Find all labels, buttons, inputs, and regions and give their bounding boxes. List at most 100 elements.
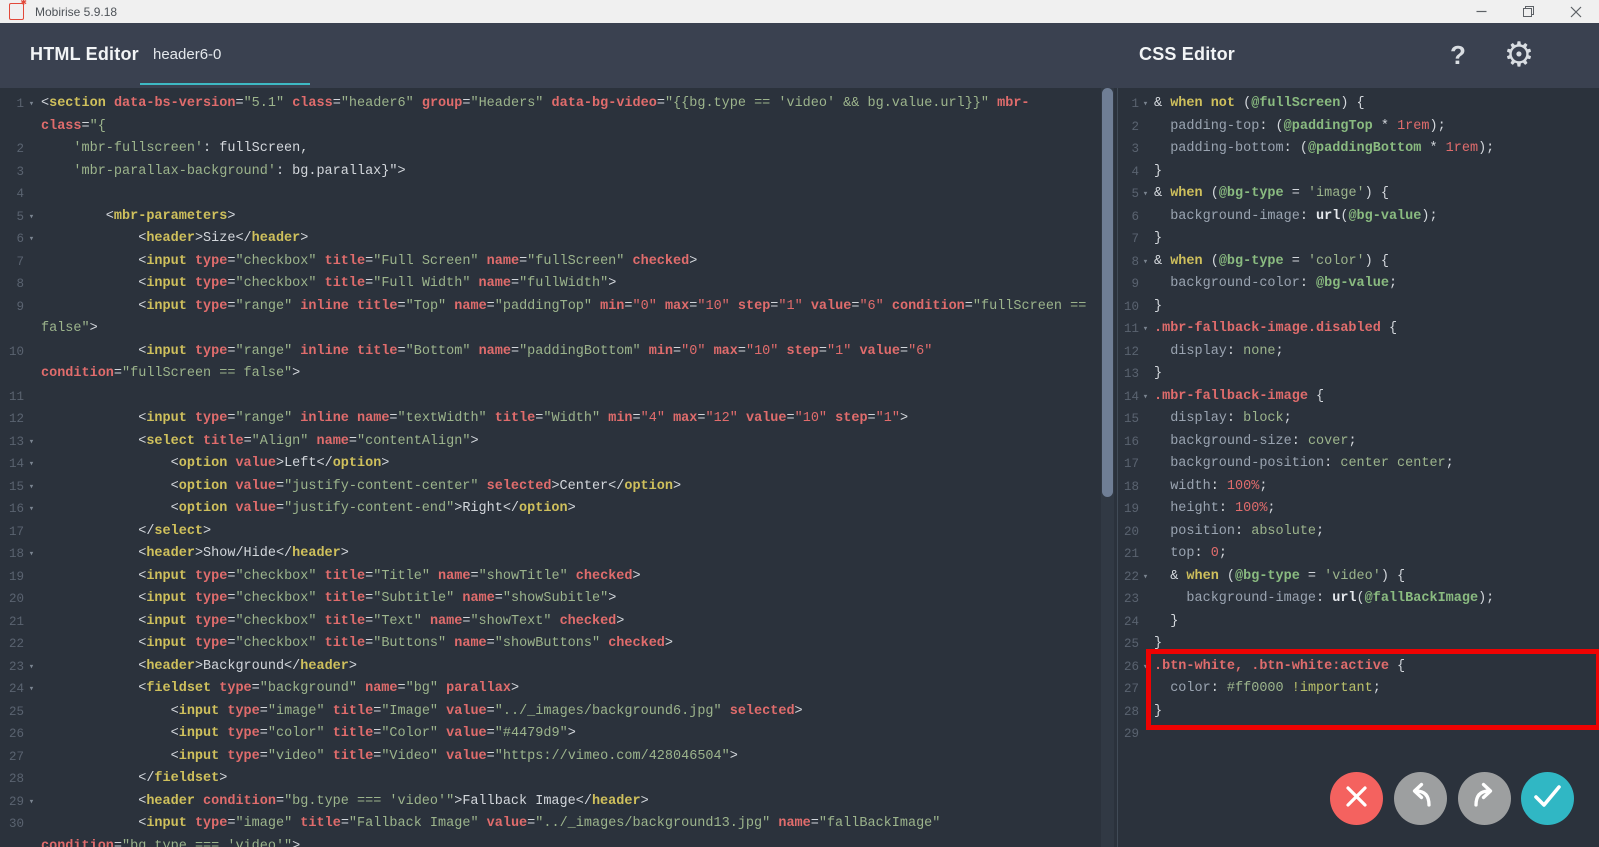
- fold-gutter: [24, 408, 39, 431]
- line-number: 3: [4, 161, 24, 184]
- code-line: 21 <input type="checkbox" title="Text" n…: [0, 611, 1101, 634]
- line-number: 17: [1122, 453, 1139, 476]
- line-number: 8: [4, 273, 24, 296]
- redo-icon: [1458, 770, 1511, 828]
- line-number: 24: [4, 678, 24, 701]
- fold-gutter: [24, 251, 39, 274]
- line-number: 11: [1122, 318, 1139, 341]
- fold-arrow-icon[interactable]: ▾: [1139, 656, 1152, 679]
- code-line: 3 padding-bottom: (@paddingBottom * 1rem…: [1118, 138, 1599, 161]
- line-number: 9: [4, 296, 24, 319]
- line-number: 22: [1122, 566, 1139, 589]
- line-number: 6: [4, 228, 24, 251]
- scrollbar-thumb[interactable]: [1102, 88, 1113, 497]
- window-controls: [1458, 0, 1599, 23]
- fold-gutter: [24, 521, 39, 544]
- line-number: 23: [4, 656, 24, 679]
- code-line: 5▾ <mbr-parameters>: [0, 206, 1101, 229]
- maximize-button[interactable]: [1505, 0, 1552, 23]
- fold-gutter: [1139, 296, 1152, 319]
- fold-arrow-icon[interactable]: ▾: [24, 476, 39, 499]
- titlebar: Mobirise 5.9.18: [0, 0, 1599, 23]
- fold-arrow-icon[interactable]: ▾: [1139, 318, 1152, 341]
- line-number: 13: [4, 431, 24, 454]
- line-number: 7: [1122, 228, 1139, 251]
- gear-icon[interactable]: ⚙: [1498, 33, 1540, 77]
- fold-arrow-icon[interactable]: ▾: [1139, 251, 1152, 274]
- code-line: 13}: [1118, 363, 1599, 386]
- html-code-editor[interactable]: 1▾<section data-bs-version="5.1" class="…: [0, 88, 1101, 847]
- code-line: 4: [0, 183, 1101, 206]
- fold-gutter: [24, 723, 39, 746]
- code-line: 19 <input type="checkbox" title="Title" …: [0, 566, 1101, 589]
- code-line: 29: [1118, 723, 1599, 746]
- code-line: 8▾& when (@bg-type = 'color') {: [1118, 251, 1599, 274]
- fold-gutter: [1139, 701, 1152, 724]
- line-number: 15: [1122, 408, 1139, 431]
- line-number: 12: [4, 408, 24, 431]
- fold-arrow-icon[interactable]: ▾: [24, 498, 39, 521]
- code-line: 14▾.mbr-fallback-image {: [1118, 386, 1599, 409]
- fold-arrow-icon[interactable]: ▾: [24, 453, 39, 476]
- help-icon[interactable]: ?: [1441, 34, 1475, 76]
- minimize-button[interactable]: [1458, 0, 1505, 23]
- line-number: 2: [4, 138, 24, 161]
- fold-gutter: [24, 836, 39, 847]
- fold-gutter: [1139, 723, 1152, 746]
- code-line: 6 background-image: url(@bg-value);: [1118, 206, 1599, 229]
- line-number: 30: [4, 813, 24, 836]
- line-number: 10: [1122, 296, 1139, 319]
- close-button[interactable]: [1552, 0, 1599, 23]
- fold-arrow-icon[interactable]: ▾: [24, 431, 39, 454]
- line-number: 2: [1122, 116, 1139, 139]
- tab-active-underline: [140, 83, 310, 85]
- fold-arrow-icon[interactable]: ▾: [24, 543, 39, 566]
- code-line: 3 'mbr-parallax-background': bg.parallax…: [0, 161, 1101, 184]
- line-number: 26: [4, 723, 24, 746]
- code-line: false">: [0, 318, 1101, 341]
- redo-button[interactable]: [1458, 772, 1511, 825]
- fold-gutter: [1139, 228, 1152, 251]
- line-number: 29: [4, 791, 24, 814]
- line-number: 20: [1122, 521, 1139, 544]
- undo-icon: [1394, 770, 1447, 828]
- fold-gutter: [24, 701, 39, 724]
- fold-gutter: [1139, 363, 1152, 386]
- fold-gutter: [24, 296, 39, 319]
- fold-arrow-icon[interactable]: ▾: [24, 206, 39, 229]
- tab-header6-0[interactable]: header6-0: [140, 23, 310, 88]
- editor-area: 1▾<section data-bs-version="5.1" class="…: [0, 88, 1599, 847]
- app-header-bar: HTML Editor header6-0 CSS Editor ? ⚙: [0, 23, 1599, 88]
- code-line: 7}: [1118, 228, 1599, 251]
- fold-gutter: [1139, 521, 1152, 544]
- fold-gutter: [1139, 408, 1152, 431]
- fold-gutter: [24, 273, 39, 296]
- fold-arrow-icon[interactable]: ▾: [24, 93, 39, 116]
- fold-gutter: [1139, 206, 1152, 229]
- fold-arrow-icon[interactable]: ▾: [24, 656, 39, 679]
- cancel-button[interactable]: [1330, 772, 1383, 825]
- code-line: 9 <input type="range" inline title="Top"…: [0, 296, 1101, 319]
- code-line: 30 <input type="image" title="Fallback I…: [0, 813, 1101, 836]
- line-number: [4, 363, 24, 386]
- fold-arrow-icon[interactable]: ▾: [24, 228, 39, 251]
- fold-arrow-icon[interactable]: ▾: [24, 791, 39, 814]
- check-icon: [1521, 770, 1574, 828]
- css-code-editor[interactable]: 1▾& when not (@fullScreen) {2 padding-to…: [1118, 88, 1599, 847]
- fold-arrow-icon[interactable]: ▾: [1139, 183, 1152, 206]
- code-line: 29▾ <header condition="bg.type === 'vide…: [0, 791, 1101, 814]
- line-number: [4, 318, 24, 341]
- apply-button[interactable]: [1521, 772, 1574, 825]
- css-editor-title: CSS Editor: [1139, 44, 1235, 65]
- fold-arrow-icon[interactable]: ▾: [1139, 93, 1152, 116]
- undo-button[interactable]: [1394, 772, 1447, 825]
- fold-arrow-icon[interactable]: ▾: [1139, 566, 1152, 589]
- line-number: 5: [4, 206, 24, 229]
- fold-arrow-icon[interactable]: ▾: [24, 678, 39, 701]
- code-line: 5▾& when (@bg-type = 'image') {: [1118, 183, 1599, 206]
- code-line: 24▾ <fieldset type="background" name="bg…: [0, 678, 1101, 701]
- fold-gutter: [24, 161, 39, 184]
- code-line: 19 height: 100%;: [1118, 498, 1599, 521]
- code-line: 8 <input type="checkbox" title="Full Wid…: [0, 273, 1101, 296]
- fold-arrow-icon[interactable]: ▾: [1139, 386, 1152, 409]
